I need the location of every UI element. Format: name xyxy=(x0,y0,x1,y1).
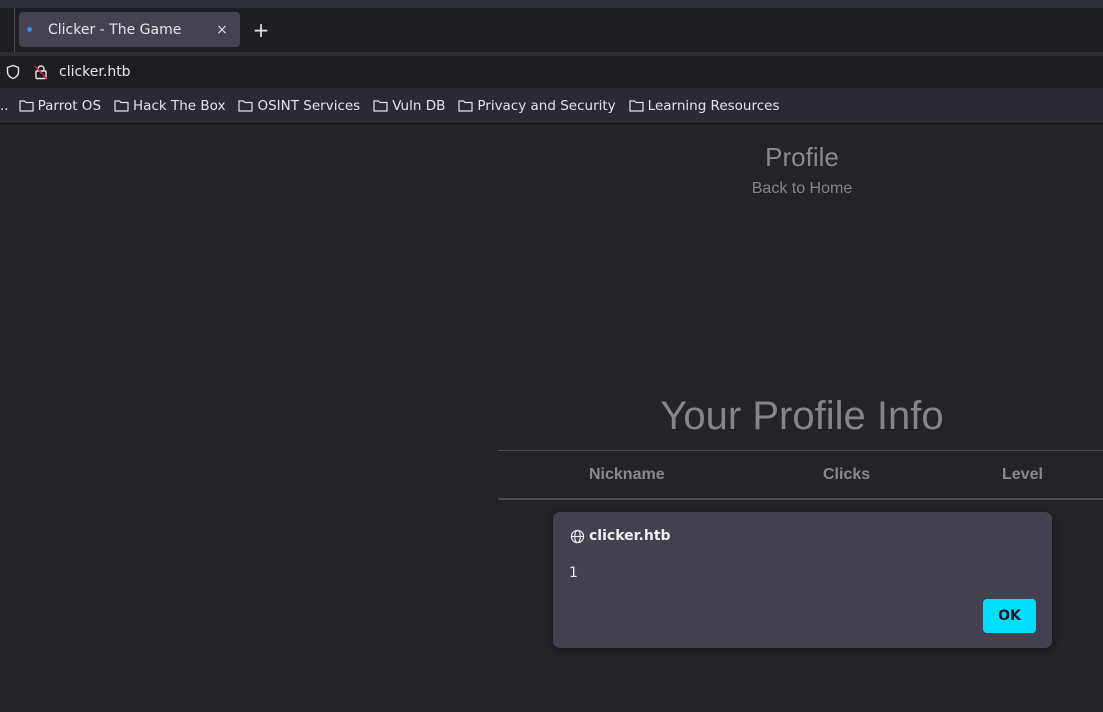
tab-clicker[interactable]: Clicker - The Game × xyxy=(19,12,240,47)
bookmarks-toolbar: .. Parrot OS Hack The Box OSINT Services… xyxy=(0,88,1103,124)
bookmark-label: Hack The Box xyxy=(133,97,226,114)
bookmark-label: Parrot OS xyxy=(37,97,102,114)
bookmark-vuln-db[interactable]: Vuln DB xyxy=(373,98,445,114)
column-header-nickname: Nickname xyxy=(589,466,665,483)
alert-dialog: clicker.htb 1 OK xyxy=(553,512,1052,648)
bookmark-label: Vuln DB xyxy=(392,97,446,114)
bookmark-label: OSINT Services xyxy=(257,97,361,114)
url-text[interactable]: clicker.htb xyxy=(59,64,131,80)
alert-origin: clicker.htb xyxy=(589,528,671,544)
folder-icon xyxy=(629,100,644,112)
bookmark-learning-resources[interactable]: Learning Resources xyxy=(629,98,780,114)
ok-button[interactable]: OK xyxy=(983,599,1036,633)
url-bar[interactable]: clicker.htb xyxy=(0,56,1103,88)
alert-message: 1 xyxy=(569,565,578,581)
bookmark-osint-services[interactable]: OSINT Services xyxy=(238,98,360,114)
folder-icon xyxy=(373,100,388,112)
new-tab-button[interactable]: + xyxy=(250,20,272,42)
bookmark-parrot-os[interactable]: Parrot OS xyxy=(18,97,102,114)
page-title: Profile xyxy=(765,142,839,172)
tab-bar: Clicker - The Game × + xyxy=(0,8,1103,52)
bookmark-label: Learning Resources xyxy=(647,97,780,114)
profile-table-header: Nickname Clicks Level xyxy=(498,451,1103,498)
tab-close-icon[interactable]: × xyxy=(212,22,232,38)
globe-icon xyxy=(570,529,585,543)
tab-loading-dot-icon xyxy=(27,27,32,32)
column-header-clicks: Clicks xyxy=(823,466,871,483)
folder-icon xyxy=(238,100,254,112)
folder-icon xyxy=(458,100,473,112)
alert-header: clicker.htb xyxy=(570,528,671,544)
bookmark-label: Privacy and Security xyxy=(477,97,616,114)
insecure-lock-icon[interactable] xyxy=(33,64,49,80)
shield-icon[interactable] xyxy=(5,64,21,80)
folder-icon xyxy=(18,100,34,112)
tab-title: Clicker - The Game xyxy=(48,21,182,38)
tab-separator xyxy=(14,8,15,52)
back-to-home-link[interactable]: Back to Home xyxy=(702,180,902,198)
folder-icon xyxy=(114,100,129,112)
profile-info-heading: Your Profile Info xyxy=(660,394,944,438)
bookmark-hack-the-box[interactable]: Hack The Box xyxy=(114,98,225,114)
table-header-border xyxy=(498,498,1103,500)
column-header-level: Level xyxy=(1002,466,1043,483)
window-top-strip xyxy=(0,0,1103,8)
bookmarks-overflow[interactable]: .. xyxy=(0,98,9,114)
bookmark-privacy-and-security[interactable]: Privacy and Security xyxy=(458,97,616,114)
